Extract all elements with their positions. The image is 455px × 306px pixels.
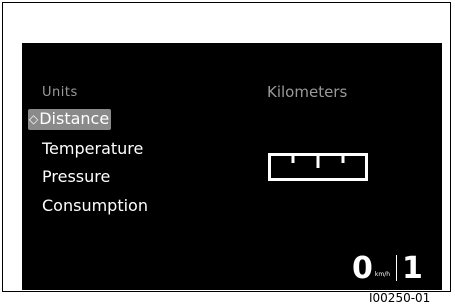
- speed-readout: 0 km/h 1: [352, 251, 423, 287]
- menu-item-temperature[interactable]: Temperature: [42, 139, 143, 159]
- readout-divider: [396, 255, 398, 281]
- menu-item-pressure[interactable]: Pressure: [42, 167, 110, 187]
- menu-heading: Units: [42, 85, 78, 100]
- selection-marker-icon: ◇: [29, 112, 39, 126]
- value-label: Kilometers: [267, 83, 348, 101]
- ruler-icon: [268, 153, 368, 181]
- menu-item-label: Distance: [39, 109, 110, 128]
- figure-frame: Units ◇Distance Temperature Pressure Con…: [2, 2, 451, 292]
- speed-value: 0: [352, 251, 373, 286]
- cluster-display: Units ◇Distance Temperature Pressure Con…: [22, 43, 442, 290]
- gear-indicator: 1: [402, 251, 423, 286]
- menu-item-consumption[interactable]: Consumption: [42, 196, 148, 216]
- figure-reference-code: I00250-01: [369, 291, 431, 305]
- speed-unit: km/h: [374, 271, 391, 278]
- menu-item-distance[interactable]: ◇Distance: [28, 109, 112, 130]
